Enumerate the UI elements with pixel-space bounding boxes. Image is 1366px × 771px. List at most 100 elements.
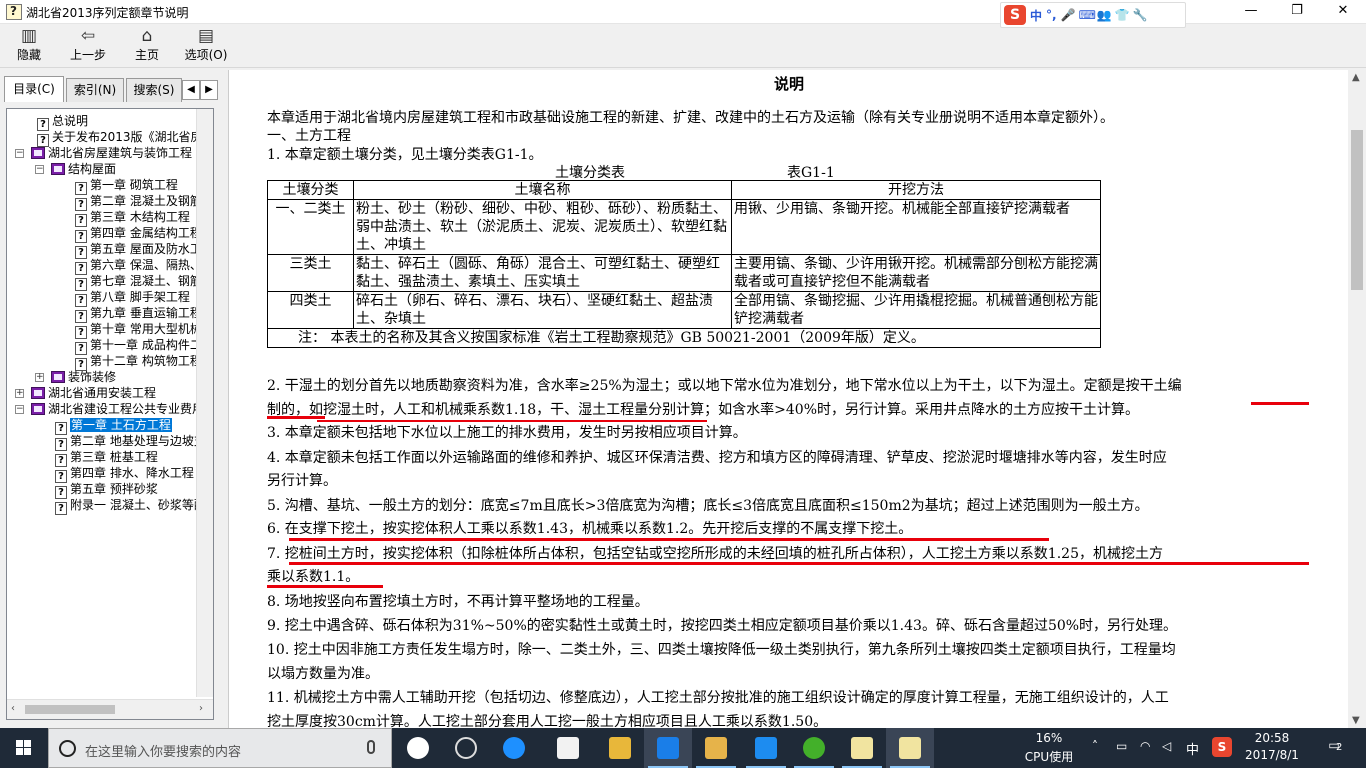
doc-paragraph: 6. 在支撑下挖土，按实挖体积人工乘以系数1.43，机械乘以系数1.2。先开挖后…: [267, 521, 913, 537]
tree-item-label: 第一章 土石方工程: [70, 418, 172, 432]
sogou-browser-icon[interactable]: [644, 728, 692, 768]
home-button[interactable]: ⌂ 主页: [128, 26, 166, 66]
tab-scroll-right-icon[interactable]: ▶: [200, 80, 218, 100]
nav-tabs: 目录(C) 索引(N) 搜索(S) ◀ ▶: [4, 76, 222, 102]
scroll-thumb[interactable]: [25, 705, 115, 714]
tree-item[interactable]: ? 总说明: [37, 113, 88, 131]
tree-item[interactable]: ?第五章 屋面及防水工程: [75, 241, 197, 259]
doc-paragraph: 另行计算。: [267, 473, 337, 489]
table-row: 三类土 黏土、碎石土（圆砾、角砾）混合土、可塑红黏土、硬塑红黏土、强盐渍土、素填…: [267, 254, 1101, 292]
ime-language-indicator[interactable]: 中: [1186, 739, 1199, 758]
tree-item[interactable]: ? 第九章 垂直运输工程: [75, 305, 197, 323]
table-cell: 碎石土（卵石、碎石、漂石、块石）、坚硬红黏土、超盐渍土、杂填土: [353, 291, 732, 329]
ime-status-bar[interactable]: S 中 °, 🎤 ⌨ 👥 👕 🔧: [1000, 2, 1186, 28]
edge-browser-icon[interactable]: [490, 728, 538, 768]
hide-button[interactable]: ▥ 隐藏: [8, 26, 50, 66]
hide-pane-icon: ▥: [20, 26, 38, 46]
tree-item[interactable]: ? 第十二章 构筑物工程: [75, 353, 197, 371]
scroll-up-arrow-icon[interactable]: ▲: [1352, 72, 1360, 83]
plus-app-icon[interactable]: [742, 728, 790, 768]
collapse-toggle-icon[interactable]: −: [15, 149, 24, 158]
ime-punct-toggle[interactable]: °,: [1046, 8, 1057, 22]
scroll-right-arrow-icon[interactable]: ›: [199, 703, 203, 714]
tree-item[interactable]: ? 第七章 混凝土、钢筋:: [75, 273, 197, 291]
tree-vertical-scrollbar[interactable]: [196, 109, 213, 697]
tree-folder[interactable]: 湖北省通用安装工程: [31, 385, 156, 401]
store-icon[interactable]: [544, 728, 592, 768]
tree-item[interactable]: ? 第三章 木结构工程: [75, 209, 190, 227]
tab-search[interactable]: 搜索(S): [126, 78, 182, 102]
scroll-left-arrow-icon[interactable]: ‹: [11, 703, 15, 714]
tree-item[interactable]: ? 第二章 混凝土及钢筋:: [75, 193, 197, 211]
maximize-button[interactable]: ❐: [1274, 0, 1320, 24]
show-hidden-icons-icon[interactable]: ˄: [1092, 739, 1098, 753]
doc-paragraph: 以塌方数量为准。: [267, 666, 379, 682]
skin-shirt-icon[interactable]: 👕: [1115, 8, 1130, 22]
doc-paragraph: 乘以系数1.1。: [267, 569, 360, 585]
scroll-thumb[interactable]: [1351, 130, 1363, 290]
help-file-active-icon[interactable]: [886, 728, 934, 768]
tree-item[interactable]: ?第六章 保温、隔热、防: [75, 257, 197, 275]
help-file-icon[interactable]: [838, 728, 886, 768]
help-app-icon: [6, 4, 22, 20]
expand-toggle-icon[interactable]: +: [35, 373, 44, 382]
tree-item[interactable]: ?关于发布2013版《湖北省房屋: [37, 129, 197, 147]
tree-horizontal-scrollbar[interactable]: ‹ ›: [7, 699, 213, 719]
tab-scroll-left-icon[interactable]: ◀: [182, 80, 200, 100]
network-drive-icon[interactable]: ▭: [1116, 739, 1127, 753]
tree-folder[interactable]: 结构屋面: [51, 161, 116, 177]
microphone-icon[interactable]: [367, 740, 375, 754]
wrench-icon[interactable]: 🔧: [1133, 8, 1148, 22]
tree-item[interactable]: ? 第三章 桩基工程: [55, 449, 158, 467]
search-placeholder: 在这里输入你要搜索的内容: [85, 745, 242, 760]
microphone-icon[interactable]: 🎤: [1061, 8, 1076, 22]
ime-mode-toggle[interactable]: 中: [1030, 7, 1042, 24]
tree-folder[interactable]: 湖北省建设工程公共专业费用: [31, 401, 197, 417]
tree-item[interactable]: ? 第四章 排水、降水工程: [55, 465, 194, 483]
content-vertical-scrollbar[interactable]: ▲ ▼: [1348, 70, 1366, 728]
book-icon: [51, 371, 65, 383]
sogou-tray-icon[interactable]: S: [1212, 737, 1232, 757]
file-explorer-icon[interactable]: [596, 728, 644, 768]
tree-item[interactable]: ? 附录一 混凝土、砂浆等配: [55, 497, 197, 515]
clock-time[interactable]: 20:58: [1244, 731, 1300, 745]
tree-item[interactable]: ? 第八章 脚手架工程: [75, 289, 190, 307]
start-button[interactable]: [0, 728, 48, 768]
user-icon[interactable]: 👥: [1097, 8, 1112, 22]
tree-item[interactable]: ? 第四章 金属结构工程: [75, 225, 197, 243]
green-app-icon[interactable]: [790, 728, 838, 768]
tree-item[interactable]: ? 第二章 地基处理与边坡支: [55, 433, 197, 451]
options-icon: ▤: [197, 26, 215, 46]
collapse-toggle-icon[interactable]: −: [35, 165, 44, 174]
scroll-down-arrow-icon[interactable]: ▼: [1352, 715, 1360, 726]
tree-item-selected[interactable]: ? 第一章 土石方工程: [55, 417, 172, 435]
notes-app-icon[interactable]: [692, 728, 740, 768]
app-swirl-icon[interactable]: [442, 728, 490, 768]
tab-index[interactable]: 索引(N): [66, 78, 124, 102]
tree-item[interactable]: ? 第五章 预拌砂浆: [55, 481, 158, 499]
wifi-icon[interactable]: ◠: [1140, 739, 1150, 753]
clock-date[interactable]: 2017/8/1: [1240, 748, 1304, 762]
tree-item[interactable]: ? 第一章 砌筑工程: [75, 177, 178, 195]
taskbar-search-box[interactable]: 在这里输入你要搜索的内容: [48, 728, 392, 768]
table-cell: 全部用镐、条锄挖掘、少许用撬棍挖掘。机械普通刨松方能铲挖满载者: [731, 291, 1101, 329]
tab-contents[interactable]: 目录(C): [4, 76, 64, 102]
options-button[interactable]: ▤ 选项(O): [182, 26, 230, 66]
tree-item[interactable]: ? 第十章 常用大型机械: [75, 321, 197, 339]
doc-paragraph: 挖土厚度按30cm计算。人工挖土部分套用人工挖一般土方相应项目且人工乘以系数1.…: [267, 714, 828, 728]
tree-folder[interactable]: 湖北省房屋建筑与装饰工程: [31, 145, 192, 161]
doc-paragraph: 7. 挖桩间土方时，按实挖体积（扣除桩体所占体积，包括空钻或空挖所形成的未经回填…: [267, 546, 1163, 562]
expand-toggle-icon[interactable]: +: [15, 389, 24, 398]
back-button[interactable]: ⇦ 上一步: [64, 26, 112, 66]
volume-icon[interactable]: ◁: [1162, 739, 1171, 753]
task-view-icon[interactable]: [394, 728, 442, 768]
close-button[interactable]: ✕: [1320, 0, 1366, 24]
tree-folder[interactable]: 装饰装修: [51, 369, 116, 385]
page-title: 说明: [773, 75, 804, 93]
tree-item-label: 装饰装修: [68, 370, 117, 384]
minimize-button[interactable]: —: [1228, 0, 1274, 24]
tree-item[interactable]: ?第十一章 成品构件二次: [75, 337, 197, 355]
collapse-toggle-icon[interactable]: −: [15, 405, 24, 414]
sogou-logo-icon[interactable]: S: [1004, 5, 1026, 25]
keyboard-icon[interactable]: ⌨: [1079, 8, 1096, 22]
